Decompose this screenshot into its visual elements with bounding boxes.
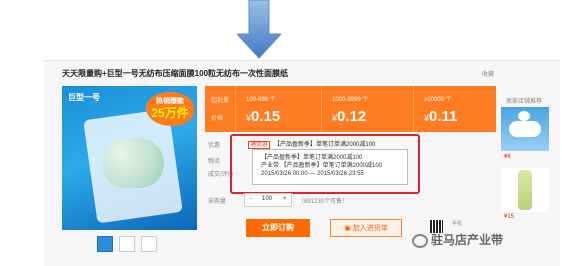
- plus-button[interactable]: +: [283, 196, 287, 202]
- phone-label: 手机: [452, 221, 463, 227]
- cart-icon: ▣: [344, 225, 353, 232]
- cloud-shape: [509, 121, 541, 137]
- minus-button[interactable]: −: [249, 196, 253, 202]
- sidebar-product-1-price[interactable]: ¥6: [504, 154, 511, 160]
- product-title: 天天限量购+巨型一号无纺布压缩面膜100粒无纺布一次性面膜纸: [62, 69, 289, 78]
- tier-qty: 1000-9999 个: [332, 97, 369, 103]
- sidebar-product-1-image[interactable]: [501, 107, 549, 151]
- sale-badge-line2: 25万件: [151, 106, 189, 120]
- buy-now-button[interactable]: 立即订购: [246, 219, 310, 237]
- down-arrow-icon: [237, 0, 281, 59]
- qty-label: 起批量: [211, 98, 230, 104]
- tier-qty: 100-999 个: [246, 97, 276, 103]
- shipping-label: 物流: [208, 159, 221, 165]
- thumbnail-2[interactable]: [119, 236, 135, 252]
- favorite-link[interactable]: 收藏: [482, 69, 494, 78]
- sale-badge: 热销爆款 25万件: [146, 92, 194, 126]
- add-to-cart-label: 加入进货单: [352, 225, 388, 232]
- sidebar-title: 卖家店铺推荐: [506, 99, 543, 105]
- sidebar-product-2-price[interactable]: ¥15: [504, 214, 514, 220]
- promo-tag: 满优惠: [248, 141, 271, 149]
- sidebar-product-2-image[interactable]: [501, 168, 549, 212]
- thumbnail-1[interactable]: [97, 236, 113, 252]
- quantity-input[interactable]: 100: [262, 196, 272, 202]
- bottle-shape: [518, 170, 532, 210]
- price-label: 价格: [211, 116, 224, 122]
- brand-text: 巨型一号: [68, 93, 100, 102]
- quantity-stepper: − 100 +: [244, 193, 292, 207]
- tier-price: 0.15: [251, 108, 281, 125]
- promo-label: 优惠: [208, 143, 221, 149]
- promo-text: 【产品盈新季】单笔订单满2000减100: [274, 142, 376, 148]
- price-tier-3: ≥10000 个 ¥0.11: [413, 86, 497, 132]
- qty-label: 采购量: [208, 199, 227, 205]
- add-to-cart-button[interactable]: ▣ 加入进货单: [330, 219, 402, 237]
- tooltip-line-2: 产业带 【产品盈新季】单笔订单满2000减100: [261, 163, 383, 169]
- tooltip-line-1: 【产品盈新季】单笔订单满2000减100: [261, 155, 363, 161]
- watermark-text: 驻马店产业带: [431, 233, 504, 247]
- promo-tooltip: 【产品盈新季】单笔订单满2000减100 产业带 【产品盈新季】单笔订单满200…: [252, 149, 408, 185]
- tier-price: 0.11: [429, 108, 458, 125]
- price-tier-1: 100-999 个 ¥0.15: [235, 86, 322, 132]
- thumbnail-3[interactable]: [141, 236, 157, 252]
- watermark: 驻马店产业带: [412, 231, 503, 248]
- bird-shape: [518, 111, 530, 121]
- compressed-mask-pills: [102, 138, 164, 188]
- promo-line[interactable]: 满优惠 【产品盈新季】单笔订单满2000减100: [248, 139, 376, 149]
- price-tier-2: 1000-9999 个 ¥0.12: [321, 86, 414, 132]
- stock-count: （891230个可售）: [298, 199, 349, 205]
- price-table: 起批量 价格 100-999 个 ¥0.15 1000-9999 个 ¥0.12…: [205, 86, 496, 132]
- wechat-icon: [412, 233, 428, 248]
- tier-price: 0.12: [337, 108, 367, 125]
- main-product-image: 巨型一号 热销爆款 25万件: [62, 86, 197, 230]
- tier-qty: ≥10000 个: [424, 97, 452, 103]
- sale-badge-line1: 热销爆款: [156, 98, 184, 105]
- tooltip-line-3: 2015/03/26 00:00 — 2015/03/26 23:55: [261, 171, 364, 177]
